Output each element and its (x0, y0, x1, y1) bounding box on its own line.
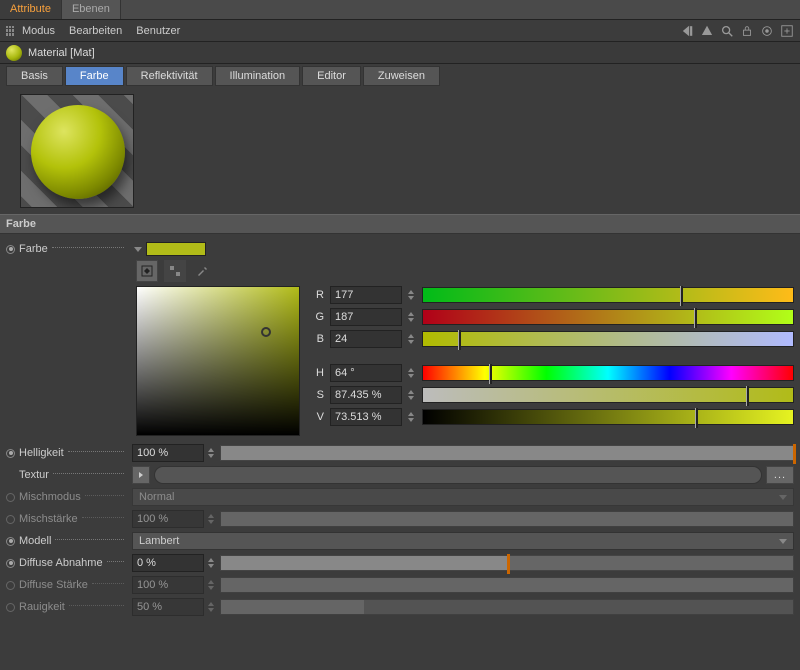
grip-icon[interactable] (6, 26, 16, 36)
channel-value-R[interactable]: 177 (330, 286, 402, 304)
modell-dropdown[interactable]: Lambert (132, 532, 794, 550)
channel-value-V[interactable]: 73.513 % (330, 408, 402, 426)
eyedropper-icon[interactable] (192, 264, 212, 278)
top-tabs: Attribute Ebenen (0, 0, 800, 20)
diffuse-abnahme-slider[interactable] (220, 555, 794, 571)
diffuse-abnahme-value[interactable]: 0 % (132, 554, 204, 572)
label-mischstaerke: Mischstärke (19, 513, 78, 525)
label-textur: Textur (19, 469, 49, 481)
subtab-farbe[interactable]: Farbe (65, 66, 124, 86)
label-modell: Modell (19, 535, 51, 547)
channel-spinner-R[interactable] (408, 290, 416, 300)
rauigkeit-spinner[interactable] (208, 602, 216, 612)
anim-toggle-rauigkeit[interactable] (6, 603, 15, 612)
diffuse-staerke-spinner[interactable] (208, 580, 216, 590)
channel-slider-V[interactable] (422, 409, 794, 425)
anim-toggle-farbe[interactable] (6, 245, 15, 254)
target-icon[interactable] (760, 24, 774, 38)
texture-browse-button[interactable]: ... (766, 466, 794, 484)
channel-label-R: R (310, 289, 324, 301)
channel-label-S: S (310, 389, 324, 401)
rauigkeit-value[interactable]: 50 % (132, 598, 204, 616)
texture-menu-button[interactable] (132, 466, 150, 484)
subtab-reflektivitaet[interactable]: Reflektivität (126, 66, 213, 86)
color-swatch[interactable] (146, 242, 206, 256)
menu-bar: Modus Bearbeiten Benutzer (0, 20, 800, 42)
material-preview-thumbnail[interactable] (20, 94, 134, 208)
channel-value-B[interactable]: 24 (330, 330, 402, 348)
anim-toggle-diffuse-abnahme[interactable] (6, 559, 15, 568)
anim-toggle-diffuse-staerke[interactable] (6, 581, 15, 590)
tab-ebenen[interactable]: Ebenen (62, 0, 121, 19)
channel-label-B: B (310, 333, 324, 345)
sv-color-box[interactable] (136, 286, 300, 436)
color-mode-icon[interactable] (136, 260, 158, 282)
channel-value-S[interactable]: 87.435 % (330, 386, 402, 404)
new-panel-icon[interactable] (780, 24, 794, 38)
anim-toggle-mischmodus[interactable] (6, 493, 15, 502)
channel-label-H: H (310, 367, 324, 379)
channel-slider-B[interactable] (422, 331, 794, 347)
color-dropdown-icon[interactable] (134, 247, 142, 252)
material-title-row: Material [Mat] (0, 42, 800, 64)
diffuse-staerke-value[interactable]: 100 % (132, 576, 204, 594)
channel-spinner-V[interactable] (408, 412, 416, 422)
texture-field[interactable] (154, 466, 762, 484)
menu-modus[interactable]: Modus (22, 25, 55, 37)
label-diffuse-abnahme: Diffuse Abnahme (19, 557, 103, 569)
channel-slider-R[interactable] (422, 287, 794, 303)
channel-value-G[interactable]: 187 (330, 308, 402, 326)
label-rauigkeit: Rauigkeit (19, 601, 65, 613)
sub-tab-row: Basis Farbe Reflektivität Illumination E… (0, 64, 800, 88)
label-farbe: Farbe (19, 243, 48, 255)
channel-spinner-H[interactable] (408, 368, 416, 378)
channel-label-V: V (310, 411, 324, 423)
anim-toggle-helligkeit[interactable] (6, 449, 15, 458)
color-mode-alt-icon[interactable] (164, 260, 186, 282)
preview-sphere (31, 105, 125, 199)
label-diffuse-staerke: Diffuse Stärke (19, 579, 88, 591)
mischmodus-dropdown[interactable]: Normal (132, 488, 794, 506)
sv-cursor[interactable] (261, 327, 271, 337)
preview-area (0, 88, 800, 214)
diffuse-staerke-slider[interactable] (220, 577, 794, 593)
search-icon[interactable] (720, 24, 734, 38)
mischstaerke-spinner[interactable] (208, 514, 216, 524)
subtab-editor[interactable]: Editor (302, 66, 361, 86)
channel-slider-S[interactable] (422, 387, 794, 403)
helligkeit-value[interactable]: 100 % (132, 444, 204, 462)
anim-toggle-mischstaerke[interactable] (6, 515, 15, 524)
subtab-illumination[interactable]: Illumination (215, 66, 301, 86)
subtab-basis[interactable]: Basis (6, 66, 63, 86)
channel-slider-G[interactable] (422, 309, 794, 325)
channel-spinner-B[interactable] (408, 334, 416, 344)
channel-spinner-G[interactable] (408, 312, 416, 322)
menu-bearbeiten[interactable]: Bearbeiten (69, 25, 122, 37)
channel-slider-H[interactable] (422, 365, 794, 381)
back-arrow-icon[interactable] (680, 24, 694, 38)
lock-icon[interactable] (740, 24, 754, 38)
tab-attribute[interactable]: Attribute (0, 0, 62, 19)
helligkeit-spinner[interactable] (208, 448, 216, 458)
rauigkeit-slider[interactable] (220, 599, 794, 615)
menu-benutzer[interactable]: Benutzer (136, 25, 180, 37)
anim-toggle-modell[interactable] (6, 537, 15, 546)
mischstaerke-slider[interactable] (220, 511, 794, 527)
channel-label-G: G (310, 311, 324, 323)
mischstaerke-value[interactable]: 100 % (132, 510, 204, 528)
channel-value-H[interactable]: 64 ° (330, 364, 402, 382)
diffuse-abnahme-spinner[interactable] (208, 558, 216, 568)
subtab-zuweisen[interactable]: Zuweisen (363, 66, 440, 86)
up-arrow-icon[interactable] (700, 24, 714, 38)
helligkeit-slider[interactable] (220, 445, 794, 461)
material-ball-icon (6, 45, 22, 61)
section-header-farbe: Farbe (0, 214, 800, 234)
label-mischmodus: Mischmodus (19, 491, 81, 503)
channel-spinner-S[interactable] (408, 390, 416, 400)
material-title: Material [Mat] (28, 47, 95, 59)
label-helligkeit: Helligkeit (19, 447, 64, 459)
